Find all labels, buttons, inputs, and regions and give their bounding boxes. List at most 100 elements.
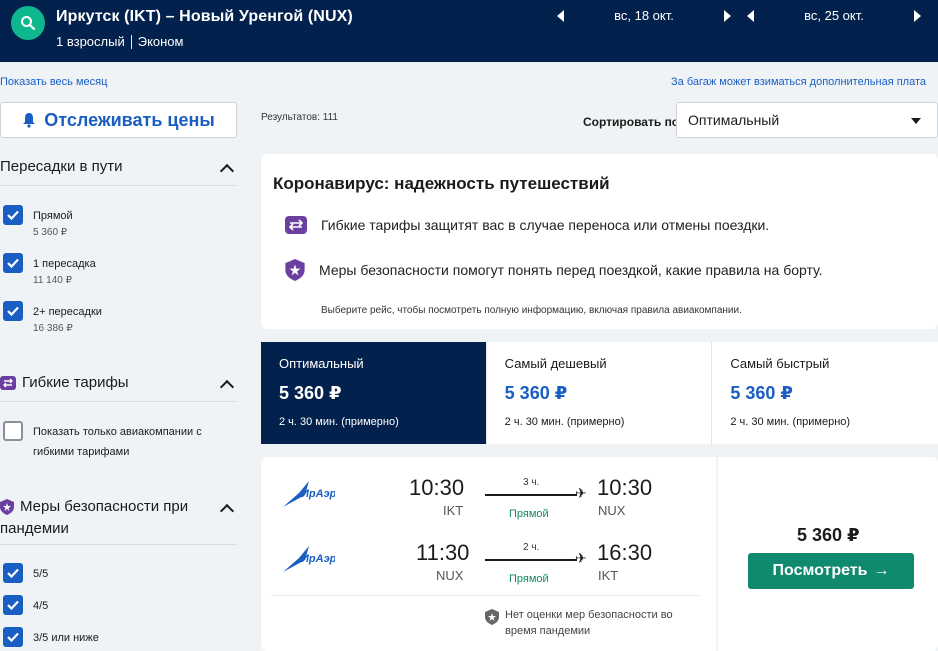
flight-price-box: 5 360 ₽ Посмотреть → [718, 457, 938, 651]
view-button-label: Посмотреть [772, 562, 868, 579]
safety-section-title: Меры безопасности при [0, 498, 188, 515]
track-prices-button[interactable]: Отслеживать цены [0, 102, 237, 138]
stops-option-label: Прямой [33, 210, 73, 222]
checkbox-two-plus-stops[interactable] [3, 301, 23, 321]
check-icon [7, 600, 19, 610]
view-flight-button[interactable]: Посмотреть → [748, 553, 914, 589]
tab-price: 5 360 ₽ [504, 383, 568, 403]
bell-icon [23, 113, 36, 128]
leg-duration: 3 ч. [523, 477, 540, 488]
track-prices-label: Отслеживать цены [44, 109, 215, 130]
check-icon [7, 568, 19, 578]
departure-time: 10:30 [409, 475, 465, 500]
prev-return-date-icon[interactable] [747, 9, 754, 22]
check-icon [7, 210, 19, 220]
safety-title-line1: Меры безопасности при [20, 498, 189, 515]
safety-option-label: 4/5 [33, 600, 49, 612]
plane-icon: ✈ [575, 550, 587, 566]
flight-result-card[interactable]: ИрАэро 10:30 IKT 3 ч. ✈ Прямой 10:30 NUX… [261, 457, 716, 651]
tab-duration: 2 ч. 30 мин. (примерно) [504, 416, 625, 428]
stops-option-price: 5 360 ₽ [33, 227, 68, 238]
depart-date[interactable]: вс, 18 окт. [564, 8, 724, 23]
sort-tabs: Оптимальный 5 360 ₽ 2 ч. 30 мин. (пример… [261, 342, 938, 444]
divider [0, 185, 237, 186]
checkbox-safety-5[interactable] [3, 563, 23, 583]
tab-cheapest[interactable]: Самый дешевый 5 360 ₽ 2 ч. 30 мин. (прим… [487, 342, 713, 444]
check-icon [7, 306, 19, 316]
checkbox-safety-4[interactable] [3, 595, 23, 615]
stops-section-title: Пересадки в пути [0, 158, 123, 175]
covid-title: Коронавирус: надежность путешествий [273, 174, 610, 193]
results-count: Результатов: 111 [261, 112, 338, 123]
sort-value: Оптимальный [688, 112, 780, 128]
covid-info-card: Коронавирус: надежность путешествий Гибк… [261, 154, 938, 329]
flight-leg-outbound: ИрАэро 10:30 IKT 3 ч. ✈ Прямой 10:30 NUX [261, 475, 716, 535]
checkbox-direct[interactable] [3, 205, 23, 225]
flexible-option-label-line1: Показать только авиакомпании с [33, 426, 202, 438]
departure-airport: NUX [436, 568, 464, 583]
collapse-safety-icon[interactable] [219, 503, 235, 519]
return-date-nav: вс, 25 окт. [747, 8, 921, 23]
safety-rating-note: Нет оценки мер безопасности во время пан… [485, 607, 705, 639]
route-line [485, 559, 577, 561]
tab-best[interactable]: Оптимальный 5 360 ₽ 2 ч. 30 мин. (пример… [261, 342, 487, 444]
caret-down-icon [911, 118, 921, 124]
flexible-fare-icon [285, 216, 307, 234]
checkbox-safety-3-or-lower[interactable] [3, 627, 23, 647]
leg-duration: 2 ч. [523, 542, 540, 553]
tab-fastest[interactable]: Самый быстрый 5 360 ₽ 2 ч. 30 мин. (прим… [712, 342, 938, 444]
next-depart-date-icon[interactable] [724, 9, 731, 22]
tab-name: Самый быстрый [730, 356, 830, 371]
safety-option-label: 5/5 [33, 568, 49, 580]
cabin-label[interactable]: Эконом [138, 34, 184, 49]
tab-duration: 2 ч. 30 мин. (примерно) [279, 416, 399, 428]
checkbox-one-stop[interactable] [3, 253, 23, 273]
passengers-label[interactable]: 1 взрослый [56, 34, 125, 49]
divider [271, 595, 699, 596]
collapse-flexible-icon[interactable] [219, 379, 235, 395]
return-date[interactable]: вс, 25 окт. [754, 8, 914, 23]
baggage-fee-link[interactable]: За багаж может взиматься дополнительная … [671, 76, 926, 88]
plane-icon: ✈ [575, 485, 587, 501]
route-line [485, 494, 577, 496]
arrow-right-icon: → [873, 562, 890, 579]
search-header: Иркутск (IKT) – Новый Уренгой (NUX) 1 вз… [0, 0, 938, 62]
search-icon [21, 16, 36, 31]
shield-icon [485, 609, 499, 625]
route-title[interactable]: Иркутск (IKT) – Новый Уренгой (NUX) [56, 8, 353, 26]
svg-text:ИрАэро: ИрАэро [301, 488, 335, 500]
arrival-airport: NUX [598, 503, 626, 518]
arrival-airport: IKT [598, 568, 619, 583]
flexible-fares-title: Гибкие тарифы [22, 374, 129, 391]
stops-option-price: 11 140 ₽ [33, 275, 72, 286]
show-month-link[interactable]: Показать весь месяц [0, 76, 107, 88]
checkbox-flexible-only[interactable] [3, 421, 23, 441]
shield-icon [285, 259, 305, 281]
covid-flexible-text: Гибкие тарифы защитят вас в случае перен… [321, 217, 770, 233]
flexible-fares-section-title: Гибкие тарифы [0, 374, 129, 391]
search-button[interactable] [11, 6, 45, 40]
svg-text:ИрАэро: ИрАэро [301, 553, 335, 565]
flight-leg-return: ИрАэро 11:30 NUX 2 ч. ✈ Прямой 16:30 IKT [261, 540, 716, 600]
safety-title-line2: пандемии [0, 520, 69, 537]
arrival-time: 10:30 [597, 475, 653, 500]
divider [0, 544, 237, 545]
stops-option-label: 1 пересадка [33, 258, 96, 270]
departure-time: 11:30 [416, 540, 470, 565]
stops-label: Прямой [509, 508, 549, 520]
departure-airport: IKT [443, 503, 464, 518]
prev-depart-date-icon[interactable] [557, 9, 564, 22]
tab-name: Самый дешевый [504, 356, 607, 371]
safety-note-line2: время пандемии [505, 625, 591, 637]
sort-select[interactable]: Оптимальный [676, 102, 938, 138]
iraero-logo: ИрАэро [283, 481, 335, 507]
tab-price: 5 360 ₽ [730, 383, 793, 403]
divider [0, 401, 237, 402]
collapse-stops-icon[interactable] [219, 163, 235, 179]
tab-duration: 2 ч. 30 мин. (примерно) [730, 416, 851, 428]
tab-name: Оптимальный [279, 356, 364, 371]
depart-date-nav: вс, 18 окт. [557, 8, 731, 23]
safety-note-line1: Нет оценки мер безопасности во [505, 609, 673, 621]
next-return-date-icon[interactable] [914, 9, 921, 22]
covid-note: Выберите рейс, чтобы посмотреть полную и… [321, 305, 742, 316]
